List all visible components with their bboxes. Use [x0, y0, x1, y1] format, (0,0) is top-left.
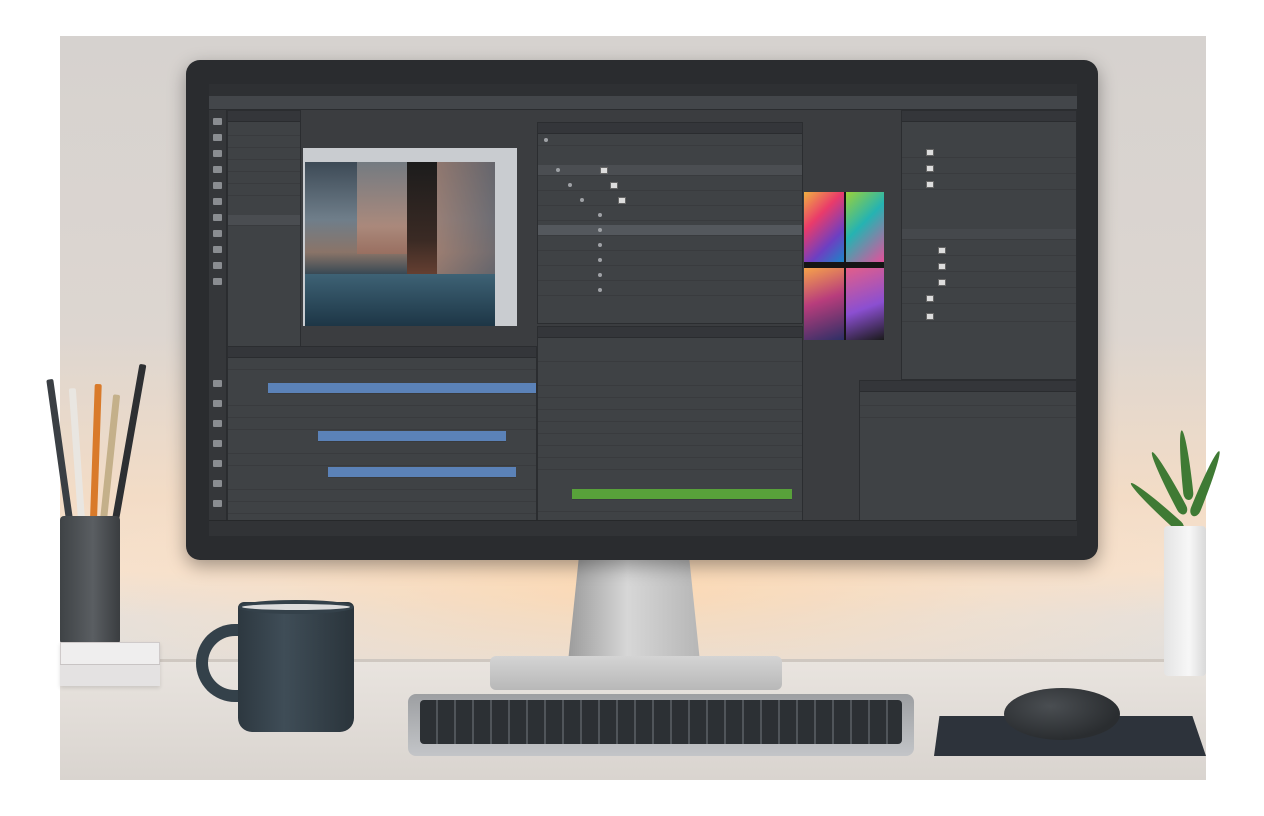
layers-panel-lower: [227, 346, 537, 524]
artwork-water: [305, 274, 495, 326]
tool-icon[interactable]: [213, 440, 222, 447]
monitor-stand: [568, 560, 700, 662]
layer-thumbnail-icon: [938, 247, 946, 254]
tool-icon[interactable]: [213, 420, 222, 427]
tool-icon[interactable]: [213, 400, 222, 407]
layer-thumbnail-icon: [926, 181, 934, 188]
layer-thumbnail-icon: [926, 295, 934, 302]
options-bar: [209, 96, 1077, 110]
notebook: [60, 664, 160, 686]
layer-thumbnail-icon: [610, 182, 618, 189]
tool-icon[interactable]: [213, 198, 222, 205]
layer-thumbnail-icon: [600, 167, 608, 174]
plant-icon: [1164, 526, 1206, 676]
tool-icon[interactable]: [213, 262, 222, 269]
layer-thumbnail-icon: [938, 279, 946, 286]
tool-icon[interactable]: [213, 118, 222, 125]
layer-thumbnail-icon: [926, 313, 934, 320]
tool-icon[interactable]: [213, 380, 222, 387]
keyboard-keys: [420, 700, 902, 744]
tool-icon[interactable]: [213, 460, 222, 467]
tool-icon[interactable]: [213, 150, 222, 157]
color-swatch[interactable]: [846, 192, 884, 262]
tools-panel: [209, 110, 227, 520]
tool-icon[interactable]: [213, 134, 222, 141]
layer-thumbnail-icon: [618, 197, 626, 204]
color-swatch[interactable]: [804, 268, 844, 340]
layers-panel: [537, 122, 803, 324]
mug-rim: [238, 600, 354, 614]
monitor-screen: [209, 84, 1077, 536]
layer-thumbnail-icon: [926, 149, 934, 156]
tool-icon[interactable]: [213, 500, 222, 507]
pen-cup: [60, 516, 120, 646]
artwork-shape: [407, 162, 437, 292]
tool-icon[interactable]: [213, 278, 222, 285]
menu-bar: [209, 84, 1077, 96]
color-swatch[interactable]: [846, 268, 884, 340]
properties-panel: [901, 110, 1077, 380]
mouse-icon: [1004, 688, 1120, 740]
navigator-panel: [227, 110, 301, 348]
tool-icon[interactable]: [213, 182, 222, 189]
tool-icon[interactable]: [213, 166, 222, 173]
monitor-stand-base: [490, 656, 782, 690]
layer-thumbnail-icon: [926, 165, 934, 172]
status-bar: [209, 520, 1077, 536]
color-swatch[interactable]: [804, 192, 844, 262]
timeline-panel: [537, 326, 803, 524]
mug-icon: [238, 602, 354, 732]
tool-icon[interactable]: [213, 214, 222, 221]
artwork-shape: [357, 162, 409, 254]
layer-thumbnail-icon: [938, 263, 946, 270]
tool-icon[interactable]: [213, 480, 222, 487]
tool-icon[interactable]: [213, 230, 222, 237]
adjustments-panel: [859, 380, 1077, 524]
tool-icon[interactable]: [213, 246, 222, 253]
